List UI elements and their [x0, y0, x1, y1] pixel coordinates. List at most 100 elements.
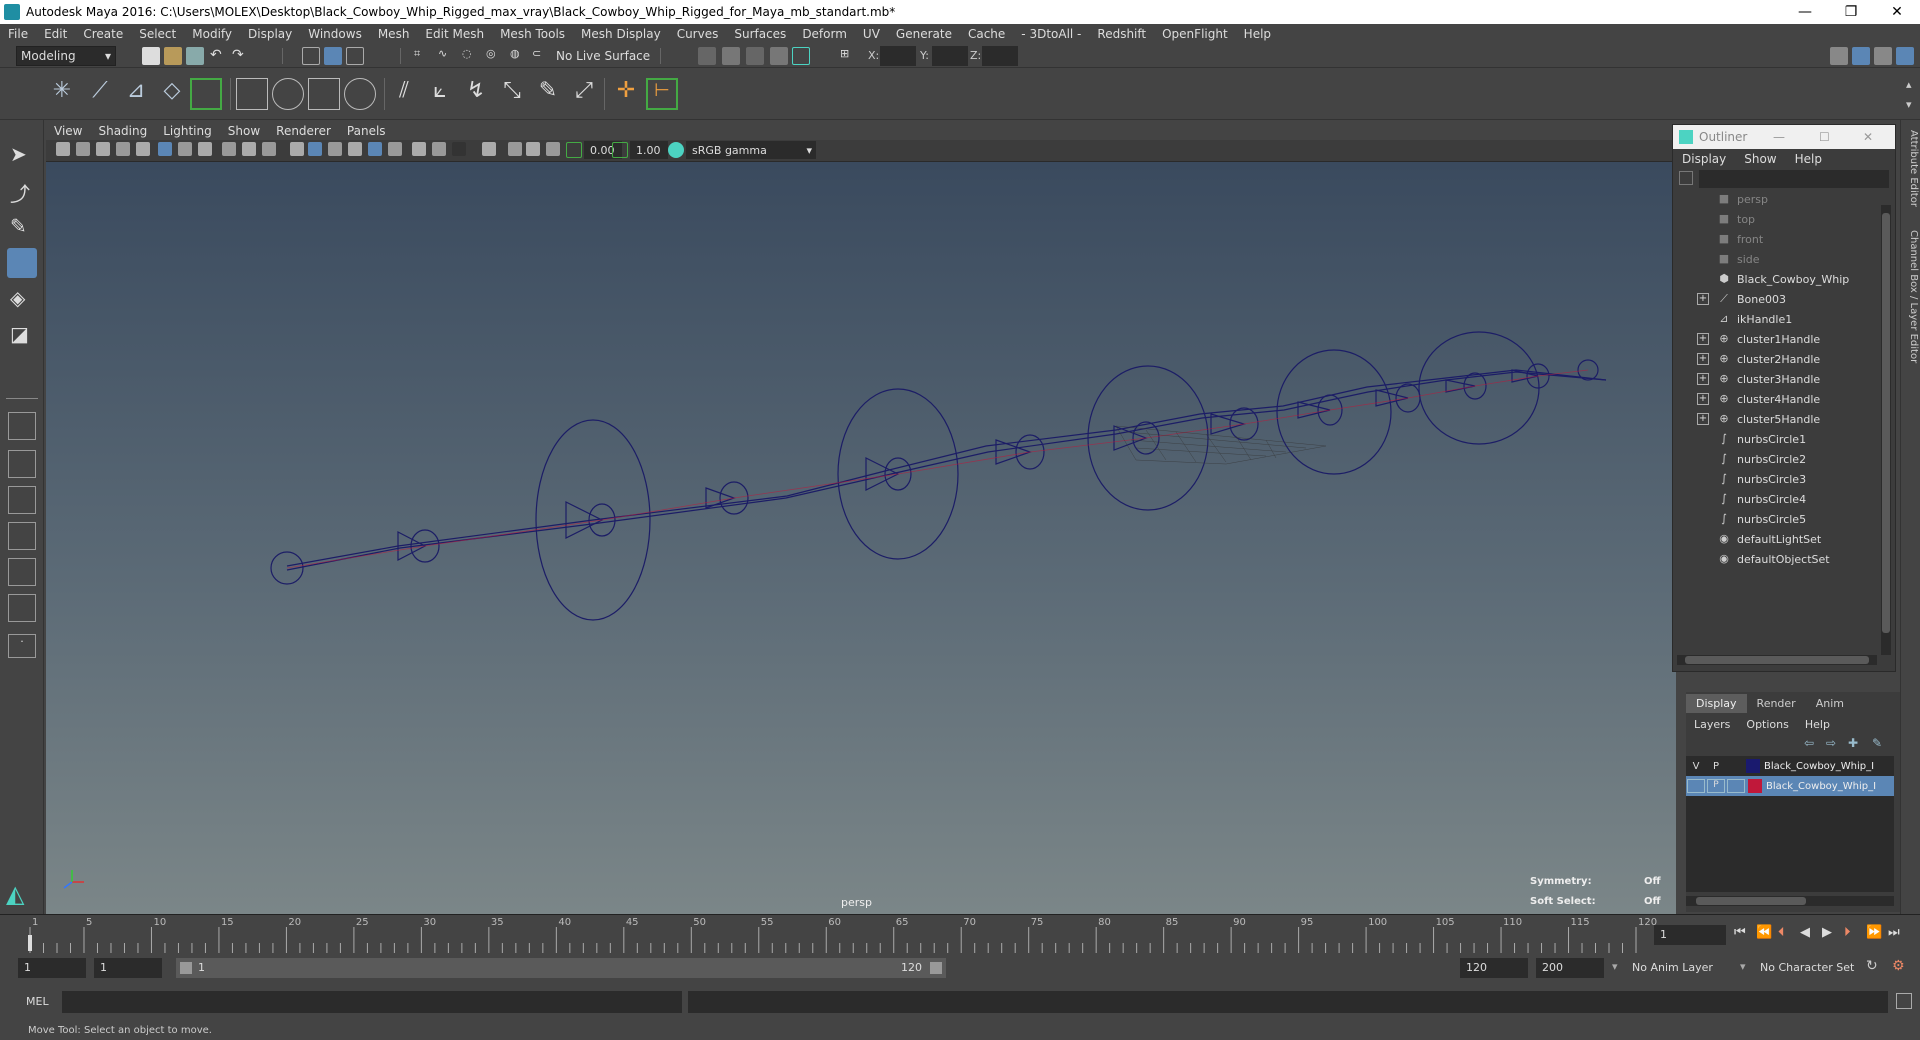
- move-tool-icon[interactable]: [7, 248, 37, 278]
- grid-toggle-icon[interactable]: [136, 142, 150, 156]
- motion-blur-icon[interactable]: [452, 142, 466, 156]
- outliner-item-cluster3handle[interactable]: + ⊕ cluster3Handle: [1677, 369, 1820, 389]
- gate-mask-icon[interactable]: [198, 142, 212, 156]
- outliner-item-nurbscircle2[interactable]: ∫ nurbsCircle2: [1677, 449, 1806, 469]
- menu-generate[interactable]: Generate: [888, 27, 960, 41]
- range-start-handle[interactable]: [180, 962, 192, 974]
- outliner-item-nurbscircle5[interactable]: ∫ nurbsCircle5: [1677, 509, 1806, 529]
- filter-toggle-icon[interactable]: [1679, 171, 1693, 185]
- menu-surfaces[interactable]: Surfaces: [726, 27, 794, 41]
- playback-start-field[interactable]: 1: [94, 958, 162, 978]
- parent-constraint-icon[interactable]: ⊢: [646, 78, 678, 110]
- step-forward-key-icon[interactable]: ⏩: [1866, 925, 1882, 940]
- character-set-dropdown[interactable]: No Character Set: [1760, 961, 1854, 974]
- outliner-item-nurbscircle3[interactable]: ∫ nurbsCircle3: [1677, 469, 1806, 489]
- ambient-occlusion-icon[interactable]: [432, 142, 446, 156]
- animation-end-field[interactable]: 200: [1536, 958, 1604, 978]
- go-to-end-icon[interactable]: ⏭: [1888, 925, 1900, 940]
- locator-icon[interactable]: ✛: [610, 78, 642, 110]
- persp-hypergraph-layout-icon[interactable]: [8, 558, 36, 586]
- cluster-deformer-icon[interactable]: ⟀: [424, 78, 456, 110]
- viewport-menu-lighting[interactable]: Lighting: [155, 124, 220, 138]
- snap-point-icon[interactable]: ◌: [462, 47, 480, 65]
- four-view-layout-icon[interactable]: [8, 450, 36, 478]
- quick-rig-icon[interactable]: [190, 78, 222, 110]
- animation-start-field[interactable]: 1: [18, 958, 86, 978]
- outliner-item-cluster4handle[interactable]: + ⊕ cluster4Handle: [1677, 389, 1820, 409]
- render-view-icon[interactable]: [698, 47, 716, 65]
- outliner-item-black-cowboy-whip[interactable]: ⬢ Black_Cowboy_Whip: [1677, 269, 1849, 289]
- auto-key-icon[interactable]: ↻: [1866, 958, 1878, 974]
- rotate-tool-icon[interactable]: ◈: [10, 286, 34, 310]
- step-back-key-icon[interactable]: ⏪: [1756, 925, 1772, 940]
- mirror-joint-icon[interactable]: ◇: [156, 78, 188, 110]
- menu-curves[interactable]: Curves: [669, 27, 727, 41]
- rigid-bind-icon[interactable]: [308, 78, 340, 110]
- isolate-select-icon[interactable]: [482, 142, 496, 156]
- range-bar[interactable]: 1 120: [176, 958, 946, 978]
- select-tool-icon[interactable]: ➤: [10, 142, 34, 166]
- outliner-horizontal-scrollbar[interactable]: [1677, 655, 1877, 665]
- snap-curve-icon[interactable]: ∿: [438, 47, 456, 65]
- viewport-persp[interactable]: persp Symmetry: Off Soft Select: Off: [46, 162, 1676, 914]
- make-live-icon[interactable]: ◍: [510, 47, 528, 65]
- menu-mesh[interactable]: Mesh: [370, 27, 418, 41]
- gamma-field[interactable]: 1.00: [630, 141, 668, 159]
- smooth-shade-icon[interactable]: [308, 142, 322, 156]
- live-surface-field[interactable]: No Live Surface: [556, 49, 650, 63]
- snap-view-plane-icon[interactable]: ◎: [486, 47, 504, 65]
- tab-anim[interactable]: Anim: [1806, 694, 1854, 713]
- hud-icon[interactable]: [508, 142, 522, 156]
- safe-action-icon[interactable]: [242, 142, 256, 156]
- tool-settings-icon[interactable]: [1874, 47, 1892, 65]
- menu-mesh-display[interactable]: Mesh Display: [573, 27, 669, 41]
- menu-cache[interactable]: Cache: [960, 27, 1013, 41]
- layer-visibility-toggle[interactable]: [1687, 779, 1705, 793]
- hypershade-icon[interactable]: [792, 47, 810, 65]
- layer-horizontal-scrollbar[interactable]: [1686, 896, 1894, 906]
- z-field[interactable]: [982, 46, 1018, 66]
- step-forward-frame-icon[interactable]: ⏵: [1844, 925, 1851, 940]
- close-button[interactable]: ✕: [1874, 0, 1920, 24]
- menu-create[interactable]: Create: [75, 27, 131, 41]
- command-input[interactable]: [62, 991, 682, 1013]
- step-back-frame-icon[interactable]: ⏴: [1778, 925, 1785, 940]
- menu-windows[interactable]: Windows: [300, 27, 370, 41]
- viewport-menu-renderer[interactable]: Renderer: [268, 124, 339, 138]
- layers-menu-help[interactable]: Help: [1797, 718, 1838, 731]
- undo-icon[interactable]: ↶: [210, 47, 228, 65]
- persp-graph-layout-icon[interactable]: [8, 522, 36, 550]
- outliner-item-bone003[interactable]: + ⟋ Bone003: [1677, 289, 1786, 309]
- chevron-down-icon[interactable]: ▾: [1612, 960, 1618, 973]
- menu-edit[interactable]: Edit: [36, 27, 75, 41]
- new-layer-selected-icon[interactable]: ✎: [1872, 736, 1882, 750]
- move-layer-down-icon[interactable]: ⇨: [1826, 736, 1836, 750]
- outliner-menu-help[interactable]: Help: [1786, 152, 1831, 166]
- anim-layer-dropdown[interactable]: No Anim Layer: [1632, 961, 1713, 974]
- menu-openflight[interactable]: OpenFlight: [1154, 27, 1236, 41]
- image-plane-icon[interactable]: [116, 142, 130, 156]
- layer-color-swatch[interactable]: [1746, 759, 1760, 773]
- current-time-marker[interactable]: [28, 935, 32, 951]
- gamma-toggle-icon[interactable]: [612, 142, 628, 158]
- move-layer-up-icon[interactable]: ⇦: [1804, 736, 1814, 750]
- outliner-item-nurbscircle1[interactable]: ∫ nurbsCircle1: [1677, 429, 1806, 449]
- open-scene-icon[interactable]: [164, 47, 182, 65]
- select-by-hierarchy-icon[interactable]: [302, 47, 320, 65]
- ik-spline-tool-icon[interactable]: ⊿: [120, 78, 152, 110]
- channel-box-icon[interactable]: [1896, 47, 1914, 65]
- layer-color-swatch[interactable]: [1748, 779, 1762, 793]
- outliner-item-top[interactable]: ■ top: [1677, 209, 1755, 229]
- layer-visibility-toggle[interactable]: V: [1686, 761, 1706, 772]
- lasso-tool-icon[interactable]: ⤴: [10, 178, 34, 206]
- paint-select-icon[interactable]: ✎: [10, 214, 34, 238]
- time-slider[interactable]: 1 5 10 15 20 25 30 35 40 45 50 55 60 65 70 75 80 85 90 95 10…: [0, 914, 1920, 953]
- shelf-options-icon[interactable]: ▴: [1906, 78, 1912, 91]
- ik-handle-tool-icon[interactable]: ⟋: [84, 78, 116, 110]
- sculpt-deformer-icon[interactable]: ⤢: [568, 78, 600, 110]
- outliner-item-cluster1handle[interactable]: + ⊕ cluster1Handle: [1677, 329, 1820, 349]
- channel-box-tab[interactable]: Channel Box / Layer Editor: [1903, 230, 1919, 380]
- paint-weights-icon[interactable]: [344, 78, 376, 110]
- tab-display[interactable]: Display: [1686, 693, 1747, 713]
- menu-redshift[interactable]: Redshift: [1089, 27, 1154, 41]
